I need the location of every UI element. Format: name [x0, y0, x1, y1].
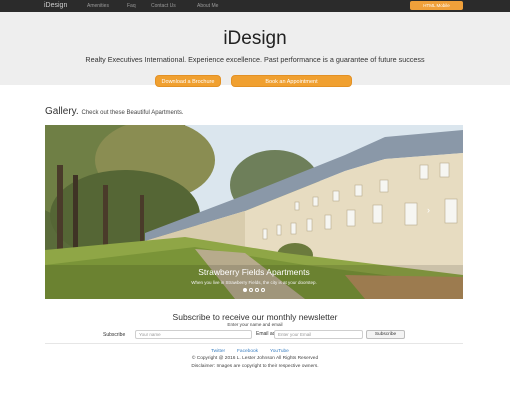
email-input[interactable]: Enter your Email — [274, 330, 363, 339]
subscribe-label: Subscribe — [103, 332, 126, 338]
hero-section: iDesign Realty Executives International.… — [0, 12, 510, 87]
slide-title: Strawberry Fields Apartments — [198, 267, 310, 277]
nav-link-about[interactable]: About Me — [197, 3, 218, 9]
newsletter-subtitle: Enter your name and email — [227, 322, 283, 327]
book-appointment-button[interactable]: Book an Appointment — [231, 75, 352, 87]
newsletter-title: Subscribe to receive our monthly newslet… — [172, 312, 338, 322]
gallery-heading: Gallery. Check out these Beautiful Apart… — [45, 106, 184, 117]
navbar-brand[interactable]: iDesign — [44, 2, 67, 9]
slide-caption: When you live in Strawberry Fields, the … — [191, 280, 317, 285]
name-input[interactable]: Your name — [135, 330, 252, 339]
carousel-indicator[interactable] — [255, 288, 259, 292]
nav-link-amenities[interactable]: Amenities — [87, 3, 109, 9]
carousel-indicator[interactable] — [249, 288, 253, 292]
carousel-indicators — [45, 288, 463, 292]
footer-divider — [45, 343, 463, 344]
carousel-indicator[interactable] — [243, 288, 247, 292]
gallery-carousel[interactable]: Strawberry Fields Apartments When you li… — [45, 125, 463, 299]
hero-subtitle: Realty Executives International. Experie… — [85, 55, 425, 64]
nav-link-contact[interactable]: Contact Us — [151, 3, 176, 9]
carousel-indicator[interactable] — [261, 288, 265, 292]
subscribe-button[interactable]: Subscribe — [366, 330, 405, 339]
facebook-link[interactable]: Facebook — [237, 349, 258, 354]
carousel-next-icon[interactable]: › — [427, 205, 430, 215]
top-navbar: iDesign Amenities Faq Contact Us About M… — [0, 0, 510, 12]
nav-link-faq[interactable]: Faq — [127, 3, 136, 9]
youtube-link[interactable]: YouTube — [270, 349, 289, 354]
twitter-link[interactable]: Twitter — [211, 349, 225, 354]
disclaimer-text: Disclaimer: Images are copyright to thei… — [191, 364, 319, 369]
hero-title: iDesign — [223, 28, 287, 49]
copyright-text: © Copyright @ 2016 L. Lester Johnson All… — [191, 356, 319, 361]
gallery-title: Gallery. — [45, 106, 79, 117]
gallery-subtitle: Check out these Beautiful Apartments. — [81, 110, 184, 116]
download-brochure-button[interactable]: Download a Brochure — [155, 75, 221, 87]
html-mobile-button[interactable]: HTML Mobile — [410, 1, 463, 10]
